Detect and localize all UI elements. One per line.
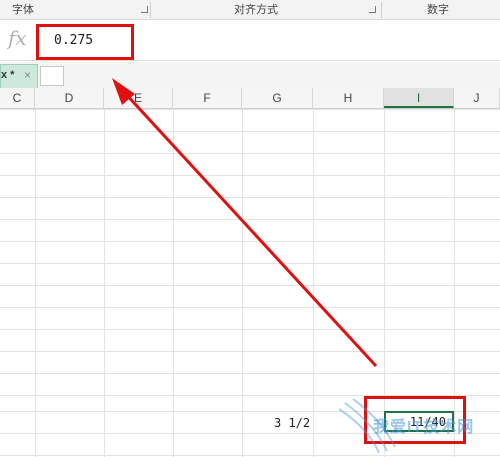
arrow-shaft <box>122 90 378 368</box>
annotation-arrow <box>112 78 378 368</box>
